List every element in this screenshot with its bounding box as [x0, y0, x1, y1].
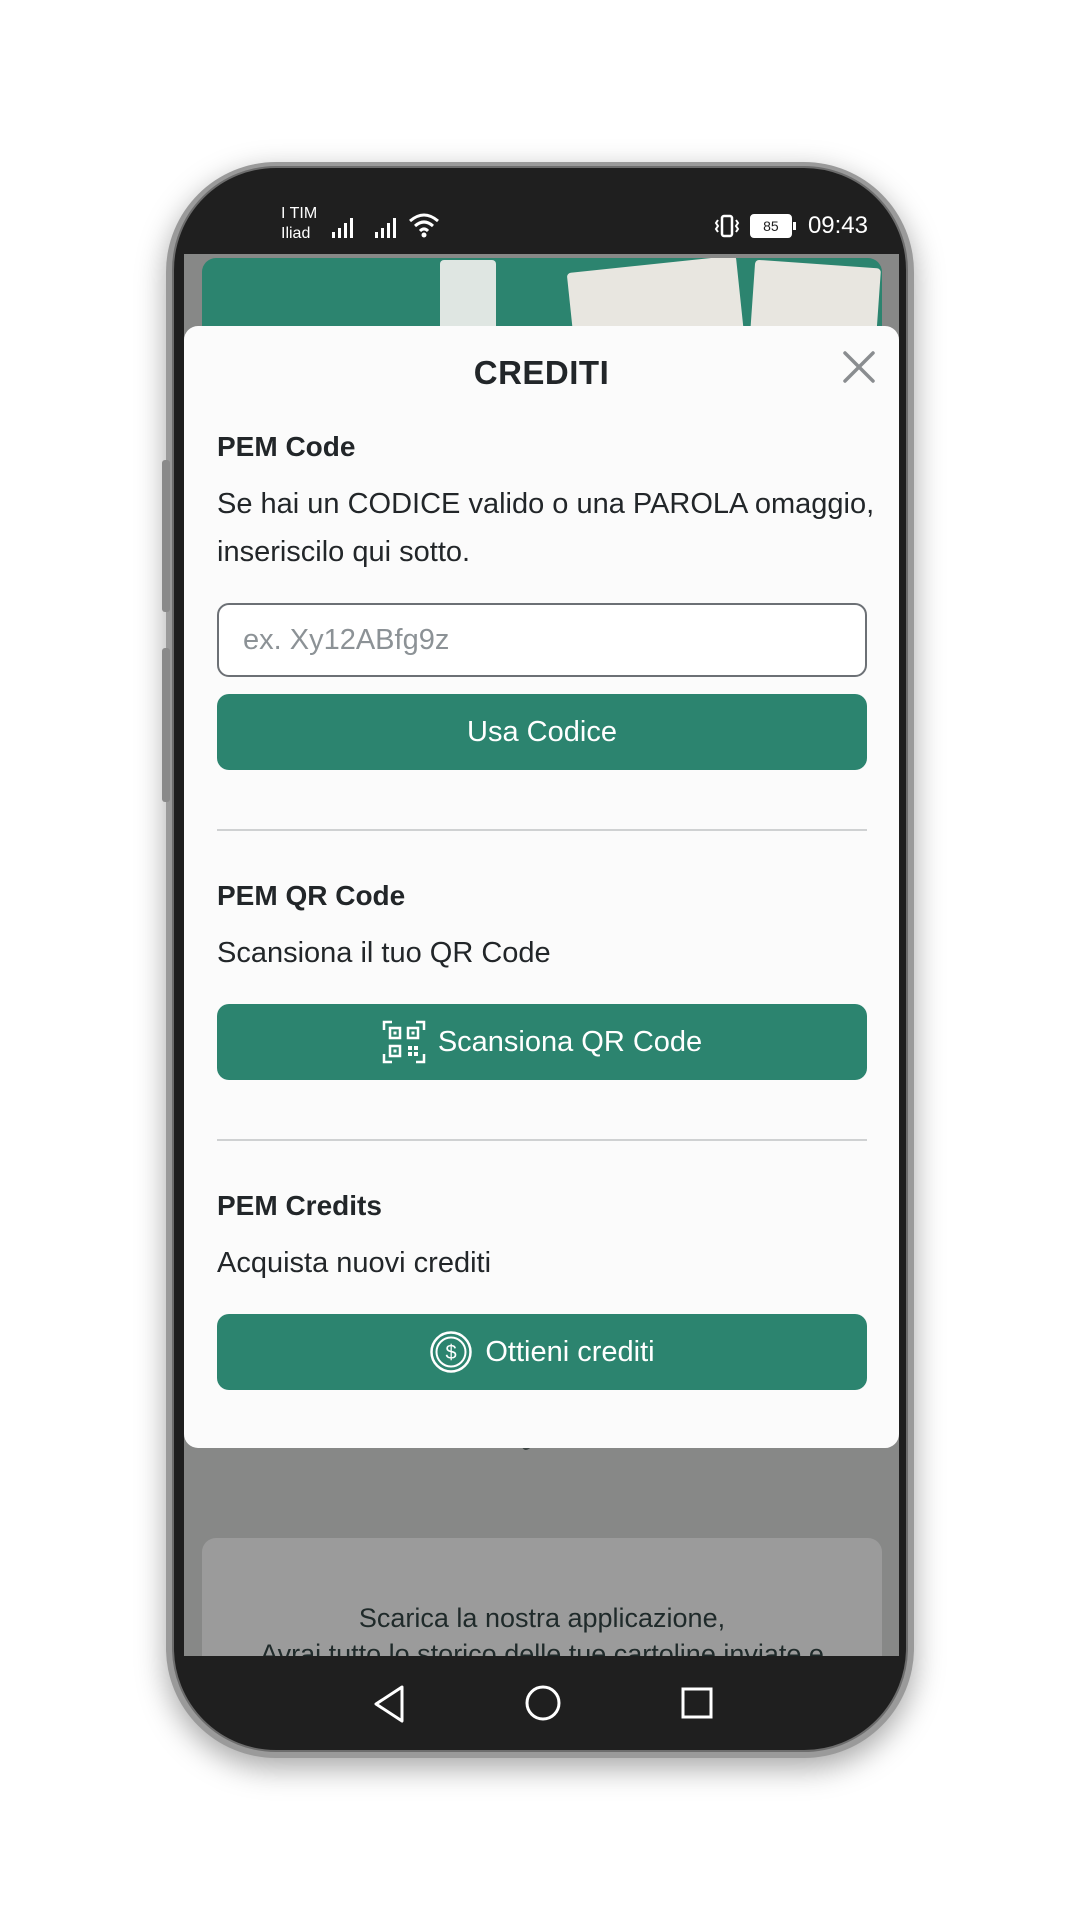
- pem-code-title: PEM Code: [217, 431, 356, 462]
- download-app-card: Scarica la nostra applicazione, Avrai tu…: [202, 1538, 882, 1656]
- use-code-button[interactable]: Usa Codice: [217, 694, 867, 770]
- credits-modal: CREDITI PEM Code Se hai un CODICE valido…: [184, 326, 899, 1448]
- app-promo-line1: Scarica la nostra applicazione,: [358, 1603, 726, 1633]
- modal-title: CREDITI: [473, 354, 610, 391]
- battery-icon: 85: [749, 214, 796, 238]
- navigation-bar: [184, 1656, 899, 1752]
- scan-qr-button[interactable]: Scansiona QR Code: [217, 1004, 867, 1080]
- signal-icon-2: [375, 218, 396, 238]
- carrier-1: I TIM: [281, 205, 318, 222]
- get-credits-button[interactable]: $ Ottieni crediti: [217, 1314, 867, 1390]
- use-code-button-label: Usa Codice: [467, 715, 617, 748]
- signal-icon: [332, 218, 353, 238]
- app-promo-line2: Avrai tutto lo storico delle tue cartoli…: [260, 1639, 824, 1656]
- status-bar: I TIM Iliad 85 09:43: [184, 196, 899, 254]
- scan-qr-button-label: Scansiona QR Code: [437, 1025, 703, 1058]
- status-right: 85 09:43: [714, 212, 868, 240]
- close-icon[interactable]: [840, 348, 878, 386]
- carrier-label: I TIM Iliad: [281, 204, 317, 244]
- power-button: [162, 648, 170, 802]
- pem-code-description: Se hai un CODICE valido o una PAROLA oma…: [217, 488, 875, 568]
- dollar-coin-icon: $: [430, 1331, 473, 1373]
- pem-credits-description: Acquista nuovi crediti: [217, 1247, 492, 1279]
- divider: [217, 1139, 867, 1141]
- divider: [217, 829, 867, 831]
- volume-button: [162, 460, 170, 612]
- home-icon[interactable]: [524, 1684, 562, 1722]
- qr-code-icon: [382, 1020, 426, 1064]
- recents-icon[interactable]: [680, 1686, 714, 1720]
- wifi-icon: [409, 213, 439, 238]
- code-input[interactable]: [217, 603, 867, 677]
- back-icon[interactable]: [372, 1684, 406, 1724]
- svg-text:$: $: [446, 1342, 457, 1364]
- clock: 09:43: [807, 212, 868, 239]
- get-credits-button-label: Ottieni crediti: [485, 1335, 655, 1368]
- carrier-2: Iliad: [281, 225, 311, 242]
- vibrate-icon: [714, 214, 740, 238]
- pem-credits-title: PEM Credits: [217, 1190, 382, 1221]
- pem-qr-description: Scansiona il tuo QR Code: [217, 937, 551, 969]
- pem-qr-title: PEM QR Code: [217, 880, 406, 911]
